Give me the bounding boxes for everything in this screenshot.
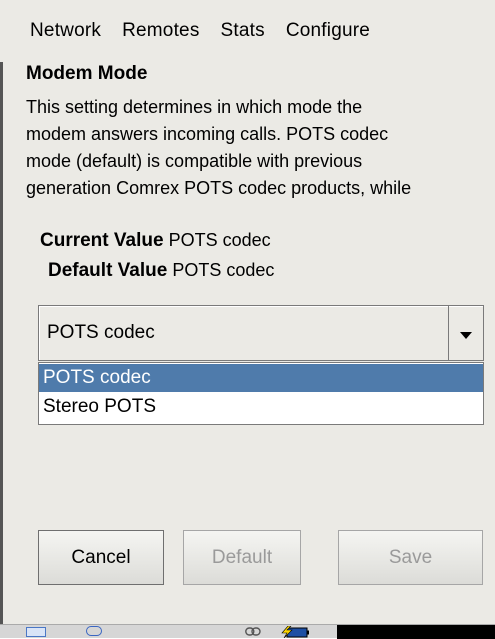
default-value-row: Default Value POTS codec	[48, 260, 274, 282]
menu-stats[interactable]: Stats	[221, 20, 265, 42]
save-button[interactable]: Save	[338, 530, 483, 585]
setting-description: This setting determines in which mode th…	[26, 94, 495, 202]
modem-mode-select[interactable]: POTS codec	[38, 305, 484, 361]
description-line: generation Comrex POTS codec products, w…	[26, 178, 412, 198]
menu-network[interactable]: Network	[30, 20, 101, 42]
current-value-label: Current Value	[40, 230, 164, 251]
chevron-down-icon	[460, 331, 472, 339]
menu-bar: Network Remotes Stats Configure	[0, 0, 495, 62]
menu-remotes[interactable]: Remotes	[122, 20, 199, 42]
default-value: POTS codec	[172, 260, 275, 280]
option-stereo-pots[interactable]: Stereo POTS	[39, 393, 483, 421]
default-button[interactable]: Default	[183, 530, 301, 585]
description-line: mode (default) is compatible with previo…	[26, 151, 363, 171]
keyboard-icon[interactable]	[26, 627, 46, 637]
battery-charging-icon[interactable]	[279, 626, 309, 638]
description-line: modem answers incoming calls. POTS codec	[26, 124, 389, 144]
dropdown-arrow-button[interactable]	[449, 306, 483, 360]
menu-configure[interactable]: Configure	[286, 20, 370, 42]
modem-mode-options: POTS codec Stereo POTS	[38, 362, 484, 425]
current-value-row: Current Value POTS codec	[40, 230, 271, 252]
link-icon[interactable]	[245, 627, 261, 636]
current-value: POTS codec	[168, 230, 271, 250]
select-value: POTS codec	[47, 322, 155, 343]
taskbar	[0, 624, 495, 639]
cancel-button[interactable]: Cancel	[38, 530, 164, 585]
option-pots-codec[interactable]: POTS codec	[39, 364, 483, 392]
setting-title: Modem Mode	[26, 63, 148, 84]
status-area	[337, 625, 495, 639]
description-line: This setting determines in which mode th…	[26, 97, 363, 117]
chat-icon[interactable]	[86, 626, 102, 636]
default-value-label: Default Value	[48, 260, 168, 281]
